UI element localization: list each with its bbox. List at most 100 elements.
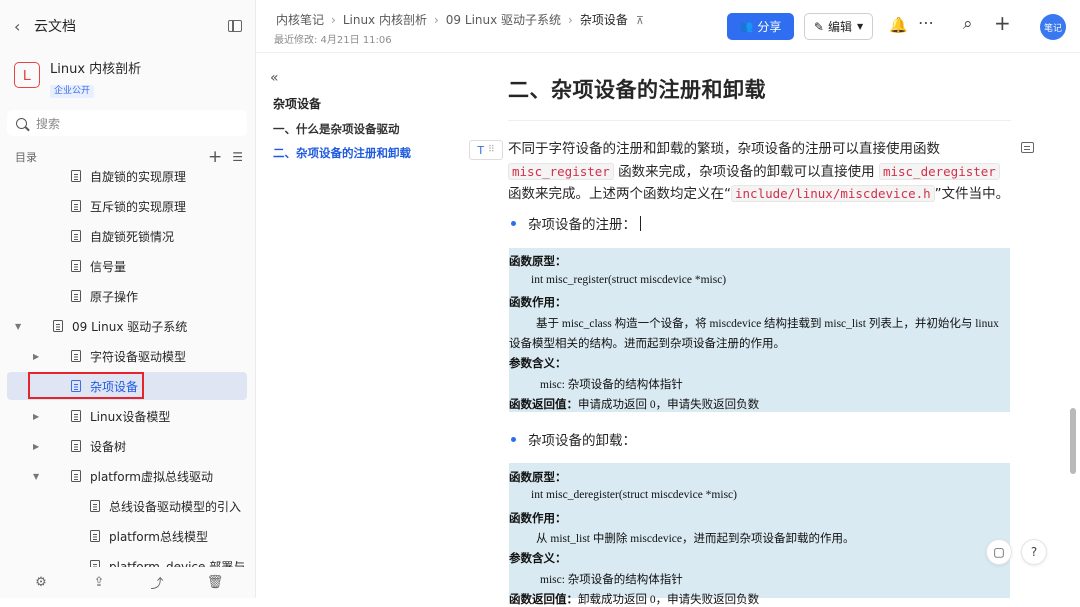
document-icon [71, 230, 81, 242]
tree-item-label: 互斥锁的实现原理 [90, 199, 187, 214]
document-icon [90, 500, 100, 512]
comment-icon[interactable] [1021, 142, 1034, 153]
help-icon[interactable]: ? [1021, 539, 1047, 565]
document-icon [71, 200, 81, 212]
visibility-badge: 企业公开 [50, 85, 95, 98]
tree-item-label: platform虚拟总线驱动 [90, 469, 213, 484]
tree-item-label: 字符设备驱动模型 [90, 349, 187, 364]
sidebar-toggle-icon[interactable] [228, 20, 242, 32]
tree-item-label: platform总线模型 [109, 529, 208, 544]
tree-item-label: 09 Linux 驱动子系统 [72, 319, 188, 334]
breadcrumb-current: 杂项设备 [579, 13, 628, 27]
trash-icon[interactable]: 🗑 [199, 575, 231, 590]
book-logo: L [14, 62, 40, 88]
tree-item-label: 自旋锁死锁情况 [90, 229, 175, 244]
tree-item[interactable]: 自旋锁死锁情况 [7, 222, 247, 250]
settings-icon[interactable]: ⚙ [25, 575, 57, 590]
back-title[interactable]: 云文档 [34, 16, 76, 36]
highlight-box [28, 372, 144, 399]
document-icon [71, 350, 81, 362]
drag-handle-icon: ⠿ [488, 145, 495, 155]
outline-item[interactable]: 一、什么是杂项设备驱动 [273, 121, 400, 137]
tree-item[interactable]: ▶ 字符设备驱动模型 [7, 342, 247, 370]
book-name[interactable]: Linux 内核剖析 [50, 62, 141, 78]
sidebar-top-bar: ‹ 云文档 [14, 14, 242, 38]
breadcrumb-item[interactable]: 内核笔记 [276, 13, 324, 27]
collapse-outline-icon[interactable]: « [270, 70, 279, 86]
tree-item-label: 自旋锁的实现原理 [90, 169, 187, 184]
tree-item[interactable]: ▶ Linux设备模型 [7, 402, 247, 430]
document-icon [71, 170, 81, 182]
tree-item[interactable]: 总线设备驱动模型的引入 [7, 492, 247, 520]
people-icon: 👥 [739, 20, 754, 33]
chevron-down-icon: ▼ [856, 22, 864, 31]
tree-item[interactable]: ▼ 09 Linux 驱动子系统 [7, 312, 247, 340]
book-header[interactable]: L Linux 内核剖析 企业公开 [14, 62, 141, 98]
search-input[interactable]: 搜索 [7, 110, 247, 136]
tree-item[interactable]: platform_device 部署与 d [7, 552, 247, 567]
search-icon [16, 117, 27, 129]
document-icon [71, 410, 81, 422]
scrollbar-thumb[interactable] [1070, 408, 1076, 474]
breadcrumb-item[interactable]: Linux 内核剖析 [343, 13, 427, 27]
tree-item[interactable]: ▶ 设备树 [7, 432, 247, 460]
tree-item-label: 设备树 [90, 439, 127, 454]
inline-code: misc_deregister [878, 162, 1000, 180]
document-icon [90, 530, 100, 542]
pin-icon[interactable]: ⊼ [636, 14, 644, 27]
breadcrumb-item[interactable]: 09 Linux 驱动子系统 [446, 13, 561, 27]
doc-info-icon[interactable]: ▢ [986, 539, 1012, 565]
bullet-item[interactable]: 杂项设备的注册： [511, 213, 641, 233]
tree-item[interactable]: platform总线模型 [7, 522, 247, 550]
share-out-icon[interactable]: ⇪ [83, 575, 115, 590]
tree-item-label: 信号量 [90, 259, 127, 274]
inline-code: misc_register [508, 162, 614, 180]
image-block-deregister[interactable]: 函数原型： int misc_deregister(struct miscdev… [509, 463, 1010, 606]
search-placeholder: 搜索 [36, 116, 61, 131]
heading-divider [508, 120, 1011, 121]
tree-item[interactable]: 互斥锁的实现原理 [7, 192, 247, 220]
stats-icon[interactable]: ⤴ [141, 573, 173, 592]
tree-item-label: Linux设备模型 [90, 409, 171, 424]
paragraph[interactable]: 不同于字符设备的注册和卸载的繁琐，杂项设备的注册可以直接使用函数 misc_re… [508, 138, 1016, 206]
document-icon [71, 470, 81, 482]
document-icon [71, 260, 81, 272]
document-icon [53, 320, 63, 332]
image-block-register[interactable]: 函数原型： int misc_register(struct miscdevic… [509, 248, 1010, 412]
sidebar: ‹ 云文档 L Linux 内核剖析 企业公开 搜索 目录 + ☰ 自旋锁的实现… [0, 0, 256, 598]
plus-icon[interactable]: + [994, 11, 1011, 35]
bullet-item[interactable]: 杂项设备的卸载： [511, 429, 636, 449]
edit-button[interactable]: ✎ 编辑 ▼ [804, 13, 873, 40]
inline-code: include/linux/miscdevice.h [731, 185, 935, 202]
document-icon [71, 290, 81, 302]
tree-item[interactable]: 信号量 [7, 252, 247, 280]
avatar[interactable]: 笔记 [1040, 14, 1066, 40]
outline-item-active[interactable]: 二、杂项设备的注册和卸载 [273, 145, 411, 161]
text-type-icon: T [477, 143, 485, 157]
tree-item[interactable]: ▼ platform虚拟总线驱动 [7, 462, 247, 490]
sidebar-footer: ⚙ ⇪ ⤴ 🗑 [0, 566, 256, 598]
block-type-handle[interactable]: T ⠿ [469, 140, 503, 160]
last-modified: 最近修改: 4月21日 11:06 [274, 35, 392, 46]
doc-tree: 自旋锁的实现原理 互斥锁的实现原理 自旋锁死锁情况 信号量原子操作 ▼ 09 Linux … [7, 162, 247, 567]
tree-item-label: 总线设备驱动模型的引入 [109, 499, 242, 514]
caret-right-icon[interactable]: ▶ [33, 412, 39, 421]
caret-right-icon[interactable]: ▶ [33, 352, 39, 361]
text-cursor [640, 215, 641, 231]
bullet-dot [511, 220, 516, 226]
bell-icon[interactable]: 🔔 [889, 16, 908, 34]
tree-item-label: 原子操作 [90, 289, 139, 304]
caret-down-icon[interactable]: ▼ [33, 472, 39, 481]
tree-item[interactable]: 原子操作 [7, 282, 247, 310]
more-icon[interactable]: ⋯ [918, 13, 934, 32]
tree-item[interactable]: 自旋锁的实现原理 [7, 162, 247, 190]
caret-right-icon[interactable]: ▶ [33, 442, 39, 451]
caret-down-icon[interactable]: ▼ [15, 322, 21, 331]
outline-title[interactable]: 杂项设备 [273, 95, 321, 112]
pen-icon: ✎ [813, 19, 824, 34]
document-icon [71, 440, 81, 452]
doc-header: 内核笔记 › Linux 内核剖析 › 09 Linux 驱动子系统 › 杂项设备 ⊼ 最近修… [256, 0, 1080, 53]
share-button[interactable]: 👥 分享 [727, 13, 794, 40]
search-icon[interactable]: ⌕ [963, 14, 973, 34]
back-chevron-icon[interactable]: ‹ [14, 17, 32, 36]
